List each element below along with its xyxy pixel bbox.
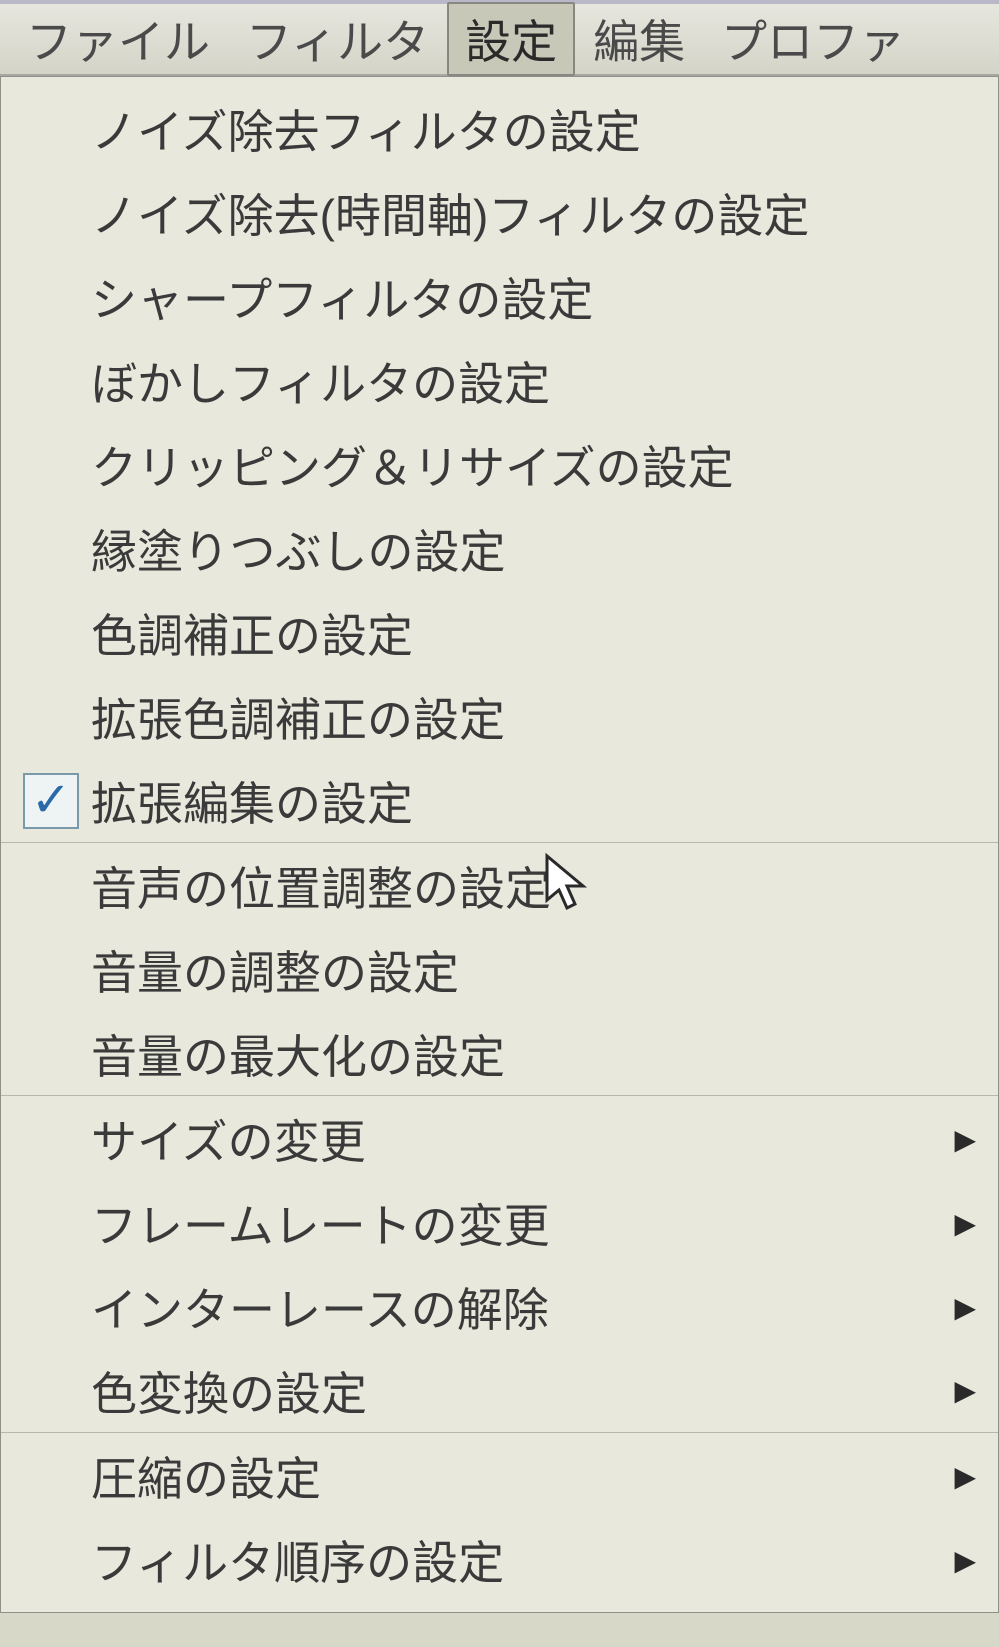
menuitem-sharp-filter[interactable]: シャープフィルタの設定 (1, 255, 998, 339)
menuitem-label: 圧縮の設定 (91, 1443, 954, 1509)
check-icon: ✓ (23, 773, 79, 829)
menu-filter[interactable]: フィルタ (228, 2, 447, 76)
menu-profile[interactable]: プロファ (703, 2, 923, 76)
menuitem-color-correction[interactable]: 色調補正の設定 (1, 591, 998, 675)
menuitem-color-conversion[interactable]: 色変換の設定 ▶ (1, 1349, 998, 1433)
menuitem-noise-filter[interactable]: ノイズ除去フィルタの設定 (1, 87, 998, 171)
menuitem-volume-max[interactable]: 音量の最大化の設定 (1, 1012, 998, 1096)
menu-file[interactable]: ファイル (8, 2, 228, 76)
submenu-arrow-icon: ▶ (954, 1460, 976, 1493)
check-column: ✓ (11, 773, 91, 829)
menuitem-label: シャープフィルタの設定 (91, 264, 976, 330)
menuitem-label: 音量の調整の設定 (91, 937, 976, 1003)
menuitem-label: 縁塗りつぶしの設定 (91, 516, 976, 582)
menuitem-blur-filter[interactable]: ぼかしフィルタの設定 (1, 339, 998, 423)
submenu-arrow-icon: ▶ (954, 1123, 976, 1156)
menuitem-framerate-change[interactable]: フレームレートの変更 ▶ (1, 1181, 998, 1265)
menuitem-noise-time-filter[interactable]: ノイズ除去(時間軸)フィルタの設定 (1, 171, 998, 255)
menuitem-size-change[interactable]: サイズの変更 ▶ (1, 1097, 998, 1181)
menuitem-clipping-resize[interactable]: クリッピング＆リサイズの設定 (1, 423, 998, 507)
menuitem-compression[interactable]: 圧縮の設定 ▶ (1, 1434, 998, 1518)
menuitem-filter-order[interactable]: フィルタ順序の設定 ▶ (1, 1518, 998, 1602)
menuitem-label: サイズの変更 (91, 1106, 954, 1172)
submenu-arrow-icon: ▶ (954, 1291, 976, 1324)
menuitem-label: フィルタ順序の設定 (91, 1527, 954, 1593)
submenu-arrow-icon: ▶ (954, 1374, 976, 1407)
menuitem-deinterlace[interactable]: インターレースの解除 ▶ (1, 1265, 998, 1349)
menuitem-border-fill[interactable]: 縁塗りつぶしの設定 (1, 507, 998, 591)
menuitem-label: 拡張編集の設定 (91, 768, 976, 834)
menu-edit[interactable]: 編集 (575, 2, 703, 76)
menuitem-label: クリッピング＆リサイズの設定 (91, 432, 976, 498)
menuitem-label: フレームレートの変更 (91, 1190, 954, 1256)
menuitem-audio-position[interactable]: 音声の位置調整の設定 (1, 844, 998, 928)
menuitem-label: 色変換の設定 (91, 1358, 954, 1424)
menuitem-label: 音量の最大化の設定 (91, 1021, 976, 1087)
submenu-arrow-icon: ▶ (954, 1544, 976, 1577)
menuitem-label: 拡張色調補正の設定 (91, 684, 976, 750)
menuitem-label: ぼかしフィルタの設定 (91, 348, 976, 414)
settings-dropdown: ノイズ除去フィルタの設定 ノイズ除去(時間軸)フィルタの設定 シャープフィルタの… (0, 76, 999, 1613)
menuitem-label: インターレースの解除 (91, 1274, 954, 1340)
menuitem-ext-edit[interactable]: ✓ 拡張編集の設定 (1, 759, 998, 843)
menuitem-volume-adjust[interactable]: 音量の調整の設定 (1, 928, 998, 1012)
menuitem-label: ノイズ除去(時間軸)フィルタの設定 (91, 180, 976, 246)
menu-settings[interactable]: 設定 (447, 2, 575, 76)
menuitem-label: 色調補正の設定 (91, 600, 976, 666)
submenu-arrow-icon: ▶ (954, 1207, 976, 1240)
menuitem-label: ノイズ除去フィルタの設定 (91, 96, 976, 162)
menuitem-ext-color-correction[interactable]: 拡張色調補正の設定 (1, 675, 998, 759)
menubar: ファイル フィルタ 設定 編集 プロファ (0, 0, 999, 76)
menuitem-label: 音声の位置調整の設定 (91, 853, 976, 919)
